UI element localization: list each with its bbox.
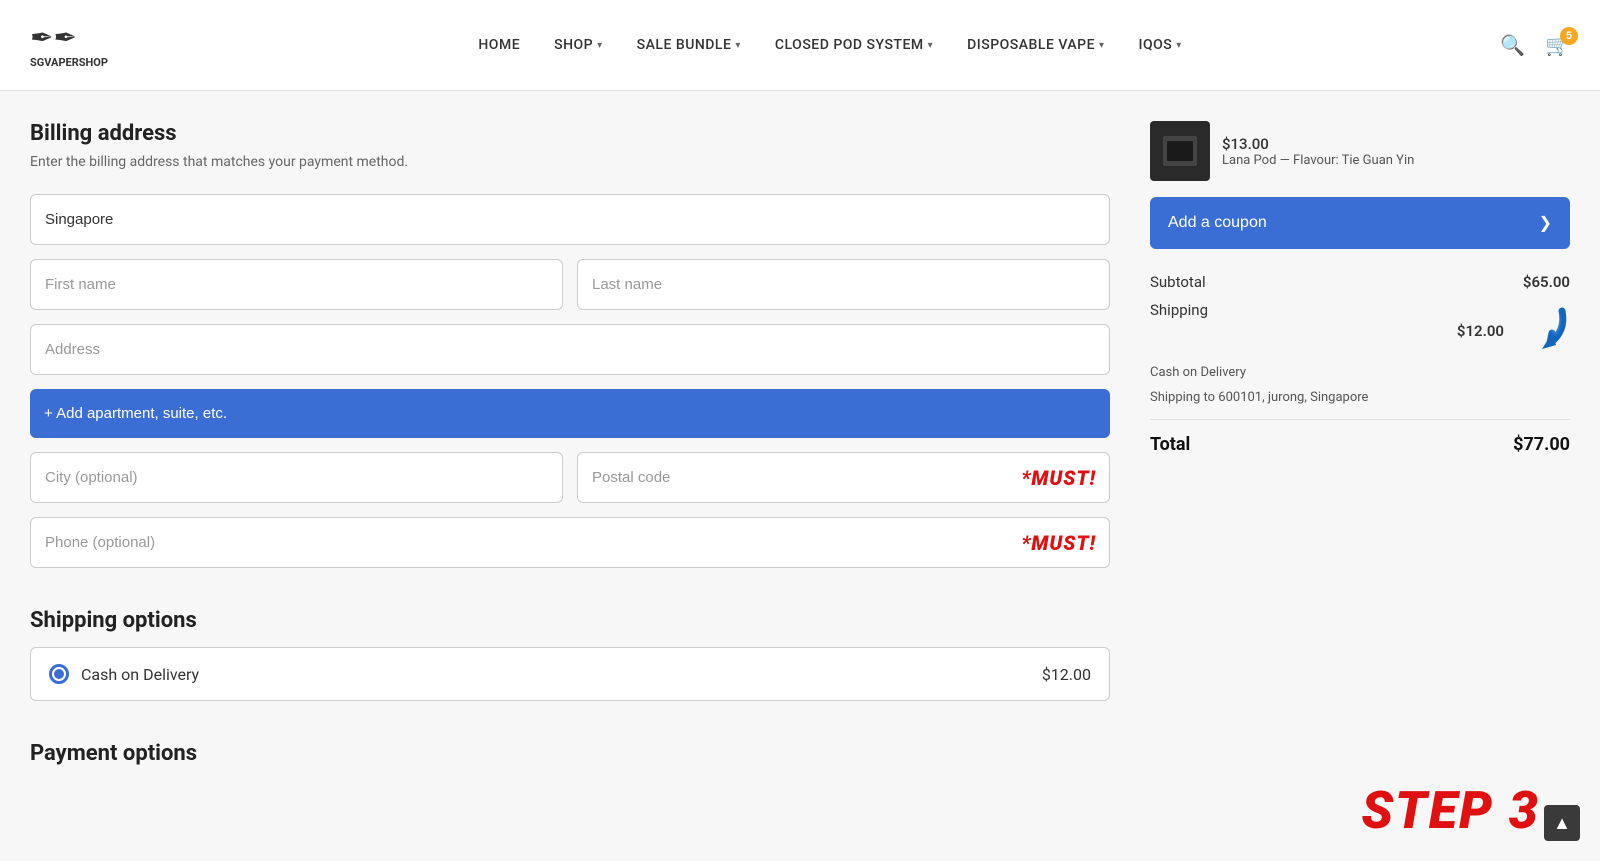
add-apt-group: + Add apartment, suite, etc. [30,389,1110,438]
cart-button[interactable]: 🛒 5 [1545,33,1570,58]
nav-closed-pod[interactable]: CLOSED POD SYSTEM ▾ [763,29,945,61]
chevron-down-icon: ❯ [1539,213,1552,233]
logo-icon: ✒✒ [30,21,108,54]
total-line: Total $77.00 [1150,434,1570,455]
city-postal-row: *MUST! [30,452,1110,503]
nav-shop[interactable]: SHOP ▾ [542,29,615,61]
scroll-to-top-button[interactable]: ▲ [1544,805,1580,841]
phone-must-label: *MUST! [1021,531,1096,555]
add-coupon-button[interactable]: Add a coupon ❯ [1150,197,1570,249]
shipping-address: Shipping to 600101, jurong, Singapore [1150,390,1368,405]
payment-title: Payment options [30,741,1110,766]
subtotal-value: $65.00 [1523,273,1570,291]
total-label: Total [1150,434,1190,455]
last-name-group [577,259,1110,310]
postal-must-label: *MUST! [1021,466,1096,490]
product-name: Lana Pod — Flavour: Tie Guan Yin [1222,153,1414,168]
billing-section: Billing address Enter the billing addres… [30,121,1110,774]
step3-label: STEP 3 [1361,780,1540,841]
product-row: $13.00 Lana Pod — Flavour: Tie Guan Yin [1150,121,1570,181]
divider [1150,419,1570,420]
subtotal-line: Subtotal $65.00 [1150,273,1570,291]
country-input[interactable] [30,194,1110,245]
shipping-label: Shipping [1150,301,1208,361]
shipping-method-row: Cash on Delivery [1150,365,1570,380]
logo-text: SGVAPERSHOP [30,56,108,69]
product-image [1150,121,1210,181]
main-nav: HOME SHOP ▾ SALE BUNDLE ▾ CLOSED POD SYS… [160,29,1500,61]
annotation-arrow [1514,301,1570,361]
shipping-option-price: $12.00 [1042,665,1091,684]
name-row [30,259,1110,310]
coupon-label: Add a coupon [1168,214,1267,232]
nav-sale-bundle[interactable]: SALE BUNDLE ▾ [625,29,753,61]
header-actions: 🔍 🛒 5 [1500,33,1570,58]
subtotal-label: Subtotal [1150,273,1206,291]
page-content: Billing address Enter the billing addres… [0,91,1600,834]
first-name-input[interactable] [30,259,563,310]
chevron-down-icon: ▾ [735,40,741,51]
phone-input[interactable] [30,517,1110,568]
address-field-group [30,324,1110,375]
radio-dot [54,669,64,679]
postal-field-group: *MUST! [577,452,1110,503]
chevron-down-icon: ▾ [597,40,603,51]
chevron-down-icon: ▾ [1176,40,1182,51]
phone-field-group: *MUST! [30,517,1110,568]
shipping-title: Shipping options [30,608,1110,633]
country-field-group [30,194,1110,245]
first-name-group [30,259,563,310]
shipping-option-label: Cash on Delivery [81,665,199,684]
product-price: $13.00 [1222,135,1414,153]
chevron-down-icon: ▾ [928,40,934,51]
search-button[interactable]: 🔍 [1500,33,1525,58]
city-input[interactable] [30,452,563,503]
shipping-method-label: Cash on Delivery [1150,365,1246,380]
nav-disposable-vape[interactable]: DISPOSABLE VAPE ▾ [955,29,1116,61]
billing-title: Billing address [30,121,1110,146]
cart-badge: 5 [1560,27,1578,45]
shipping-value: $12.00 [1457,322,1504,340]
shipping-section: Shipping options Cash on Delivery $12.00 [30,608,1110,701]
nav-iqos[interactable]: IQOS ▾ [1127,29,1194,61]
payment-section: Payment options [30,741,1110,766]
billing-subtitle: Enter the billing address that matches y… [30,154,1110,170]
radio-button[interactable] [49,664,69,684]
shipping-option-left: Cash on Delivery [49,664,199,684]
shipping-line: Shipping $12.00 [1150,301,1570,380]
site-header: ✒✒ SGVAPERSHOP HOME SHOP ▾ SALE BUNDLE ▾… [0,0,1600,91]
shipping-line-row: Shipping $12.00 [1150,301,1570,361]
add-apartment-button[interactable]: + Add apartment, suite, etc. [30,389,1110,438]
city-field-group [30,452,563,503]
total-value: $77.00 [1513,434,1570,455]
search-icon: 🔍 [1500,35,1525,57]
product-info: $13.00 Lana Pod — Flavour: Tie Guan Yin [1222,135,1414,168]
shipping-to-line: Shipping to 600101, jurong, Singapore [1150,390,1570,405]
address-input[interactable] [30,324,1110,375]
order-summary: $13.00 Lana Pod — Flavour: Tie Guan Yin … [1150,121,1570,774]
shipping-option-cod[interactable]: Cash on Delivery $12.00 [30,647,1110,701]
last-name-input[interactable] [577,259,1110,310]
chevron-down-icon: ▾ [1099,40,1105,51]
nav-home[interactable]: HOME [466,29,532,61]
logo[interactable]: ✒✒ SGVAPERSHOP [30,21,160,69]
product-thumbnail [1155,131,1205,171]
